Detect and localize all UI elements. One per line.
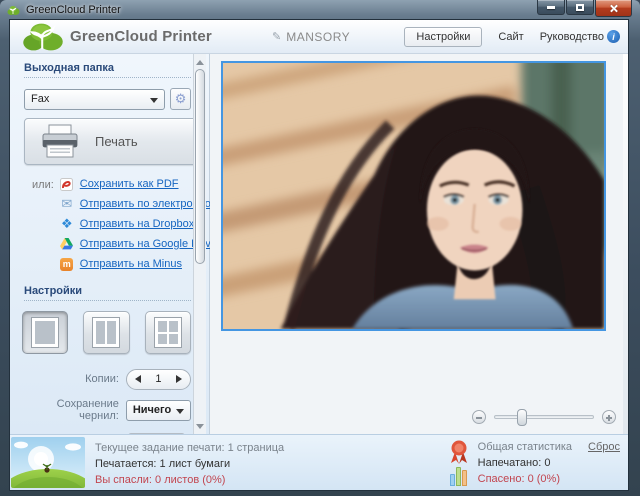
print-button[interactable]: Печать: [24, 118, 197, 165]
window-controls: [536, 0, 632, 17]
pencil-icon: ✎: [272, 30, 281, 43]
award-ribbon-icon: [449, 440, 469, 464]
current-job-text: Текущее задание печати: 1 страница: [95, 440, 284, 456]
scroll-down-icon[interactable]: [194, 420, 206, 432]
status-bar: Текущее задание печати: 1 страница Печат…: [10, 434, 628, 490]
pdf-icon: [60, 177, 74, 191]
layout-2up-button[interactable]: [83, 311, 129, 354]
increment-icon[interactable]: [176, 375, 182, 383]
output-select[interactable]: Fax: [24, 89, 165, 110]
ink-saving-select[interactable]: Ничего: [126, 400, 191, 421]
print-button-label: Печать: [95, 134, 138, 149]
layout-2up-icon: [92, 317, 120, 348]
maximize-icon: [576, 4, 584, 11]
eco-hill-image: [11, 437, 85, 488]
global-stats: Общая статистика Сброс Напечатано: 0 Спа…: [449, 439, 620, 487]
you-saved-text: Вы спасли: 0 листов (0%): [95, 472, 284, 488]
layout-1up-button[interactable]: [22, 311, 68, 354]
site-link[interactable]: Сайт: [498, 31, 523, 43]
greencloud-logo-icon: [22, 22, 64, 52]
layout-4up-button[interactable]: [145, 311, 191, 354]
or-label: или:: [32, 179, 54, 271]
job-status: Текущее задание печати: 1 страница Печат…: [85, 435, 284, 490]
page-title: GreenCloud Printer: [70, 28, 212, 45]
app-header: GreenCloud Printer ✎ MANSORY Настройки С…: [10, 20, 628, 54]
portrait-photo: [223, 63, 604, 329]
decrement-icon[interactable]: [135, 375, 141, 383]
sidebar: Выходная папка Fax ⚙: [10, 54, 210, 434]
reset-link[interactable]: Сброс: [588, 439, 620, 455]
printer-name-field[interactable]: ✎ MANSORY: [272, 30, 350, 44]
printer-name: MANSORY: [286, 30, 350, 44]
guide-link[interactable]: Руководство i: [540, 30, 620, 43]
close-button[interactable]: [595, 0, 632, 17]
zoom-thumb[interactable]: [517, 409, 527, 426]
layout-4up-icon: [154, 317, 182, 348]
dropbox-icon: ❖: [60, 217, 74, 231]
chevron-down-icon: [176, 409, 184, 414]
gear-icon: ⚙: [175, 91, 187, 106]
zoom-in-button[interactable]: [602, 410, 616, 424]
minimize-icon: [547, 6, 555, 9]
close-icon: [609, 4, 618, 13]
zoom-slider: [472, 410, 616, 424]
minus-icon: m: [60, 258, 73, 271]
window-content: GreenCloud Printer ✎ MANSORY Настройки С…: [10, 20, 628, 490]
copies-label: Копии:: [15, 373, 126, 385]
divider: [24, 300, 191, 301]
app-icon: [7, 5, 20, 16]
zoom-out-button[interactable]: [472, 410, 486, 424]
email-icon: ✉: [60, 197, 74, 211]
chevron-down-icon: [150, 98, 158, 103]
header-nav: Настройки Сайт Руководство i: [404, 27, 620, 47]
zoom-track[interactable]: [494, 415, 594, 419]
bar-chart-icon: [450, 466, 467, 486]
gdrive-icon: [60, 237, 74, 251]
output-selected-value: Fax: [31, 93, 49, 105]
saved-count: Спасено: 0 (0%): [478, 471, 620, 487]
output-section-title: Выходная папка: [24, 62, 191, 74]
scroll-up-icon[interactable]: [194, 56, 206, 68]
info-icon: i: [607, 30, 620, 43]
copies-stepper[interactable]: 1: [126, 369, 191, 390]
ink-saving-value: Ничего: [133, 404, 171, 416]
app-window: GreenCloud Printer GreenCloud Printer ✎ …: [0, 0, 640, 496]
layout-options: [22, 311, 191, 354]
sidebar-scrollbar[interactable]: [193, 54, 206, 434]
settings-section-title: Настройки: [24, 285, 191, 297]
title-bar[interactable]: GreenCloud Printer: [0, 0, 640, 20]
main-area: Выходная папка Fax ⚙: [10, 54, 628, 434]
layout-1up-icon: [31, 317, 59, 348]
maximize-button[interactable]: [566, 0, 594, 15]
preview-page-image[interactable]: [221, 61, 606, 331]
copies-value: 1: [155, 373, 161, 385]
divider: [24, 77, 191, 78]
printing-text: Печатается: 1 лист бумаги: [95, 456, 284, 472]
stats-title: Общая статистика: [478, 439, 572, 455]
settings-button[interactable]: Настройки: [404, 27, 482, 47]
printer-settings-button[interactable]: ⚙: [170, 88, 191, 110]
print-preview-area: [210, 54, 628, 434]
window-title: GreenCloud Printer: [26, 4, 121, 16]
printer-icon: [39, 123, 83, 161]
inner-edge: [623, 54, 628, 434]
scrollbar-thumb[interactable]: [195, 69, 205, 264]
minimize-button[interactable]: [537, 0, 565, 15]
printed-count: Напечатано: 0: [478, 455, 620, 471]
ink-saving-label: Сохранение чернил:: [15, 398, 126, 422]
